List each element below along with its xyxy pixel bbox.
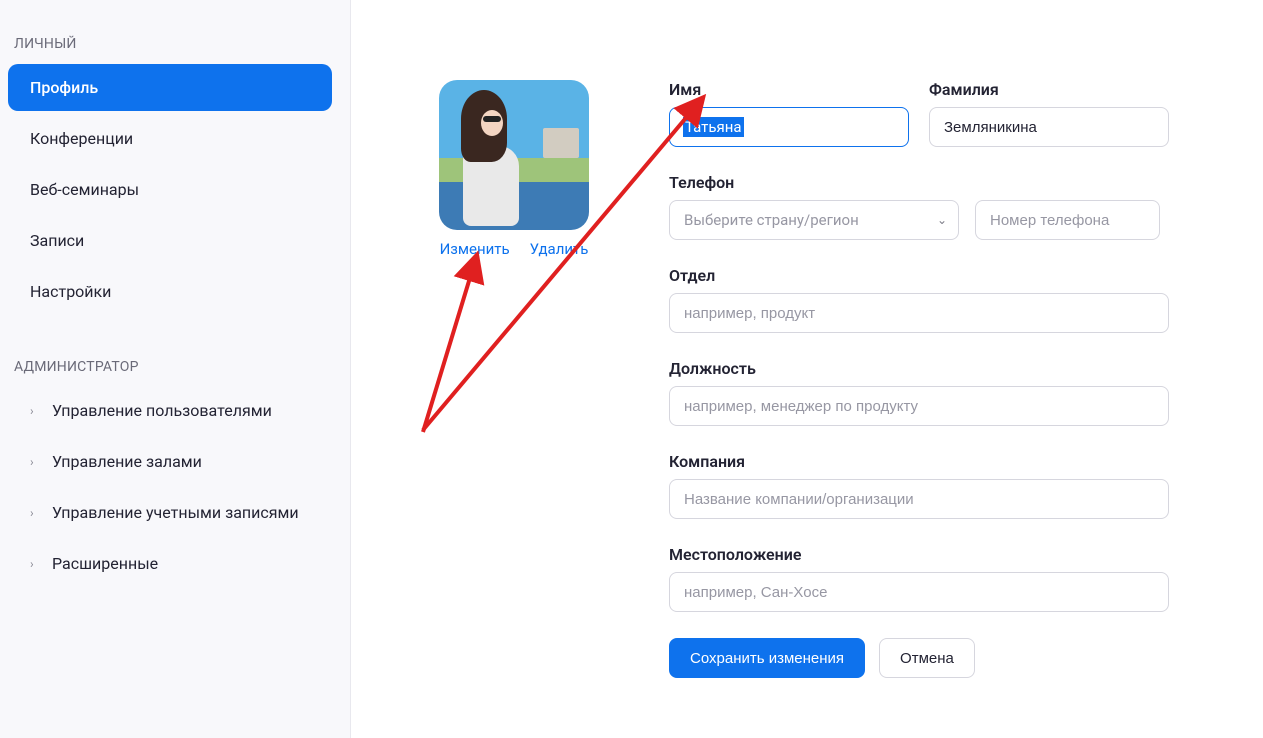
- sidebar: ЛИЧНЫЙ Профиль Конференции Веб-семинары …: [0, 0, 351, 738]
- sidebar-item-webinars[interactable]: Веб-семинары: [8, 166, 332, 213]
- sidebar-item-recordings[interactable]: Записи: [8, 217, 332, 264]
- phone-number-input[interactable]: [975, 200, 1160, 240]
- sidebar-item-user-management[interactable]: › Управление пользователями: [8, 387, 332, 434]
- sidebar-item-profile[interactable]: Профиль: [8, 64, 332, 111]
- chevron-right-icon: ›: [30, 557, 42, 571]
- phone-label: Телефон: [669, 173, 1169, 192]
- company-input[interactable]: [669, 479, 1169, 519]
- sidebar-item-room-management[interactable]: › Управление залами: [8, 438, 332, 485]
- location-input[interactable]: [669, 572, 1169, 612]
- cancel-button[interactable]: Отмена: [879, 638, 975, 678]
- first-name-input[interactable]: [669, 107, 909, 147]
- sidebar-item-account-management[interactable]: › Управление учетными записями: [8, 489, 332, 536]
- sidebar-section-personal: ЛИЧНЫЙ: [8, 20, 332, 64]
- location-label: Местоположение: [669, 545, 1169, 564]
- sidebar-item-advanced[interactable]: › Расширенные: [8, 540, 332, 587]
- sidebar-section-admin: АДМИНИСТРАТОР: [8, 343, 332, 387]
- last-name-label: Фамилия: [929, 80, 1169, 99]
- department-label: Отдел: [669, 266, 1169, 285]
- chevron-right-icon: ›: [30, 404, 42, 418]
- avatar-delete-link[interactable]: Удалить: [530, 240, 589, 258]
- position-label: Должность: [669, 359, 1169, 378]
- chevron-down-icon: ⌄: [937, 213, 947, 227]
- avatar-edit-link[interactable]: Изменить: [440, 240, 510, 258]
- sidebar-item-settings[interactable]: Настройки: [8, 268, 332, 315]
- first-name-label: Имя: [669, 80, 909, 99]
- chevron-right-icon: ›: [30, 455, 42, 469]
- company-label: Компания: [669, 452, 1169, 471]
- avatar-image: [439, 80, 589, 230]
- department-input[interactable]: [669, 293, 1169, 333]
- last-name-input[interactable]: [929, 107, 1169, 147]
- phone-country-select[interactable]: Выберите страну/регион ⌄: [669, 200, 959, 240]
- position-input[interactable]: [669, 386, 1169, 426]
- sidebar-item-meetings[interactable]: Конференции: [8, 115, 332, 162]
- content: Изменить Удалить Имя Татьяна Фамилия: [351, 0, 1263, 738]
- chevron-right-icon: ›: [30, 506, 42, 520]
- save-button[interactable]: Сохранить изменения: [669, 638, 865, 678]
